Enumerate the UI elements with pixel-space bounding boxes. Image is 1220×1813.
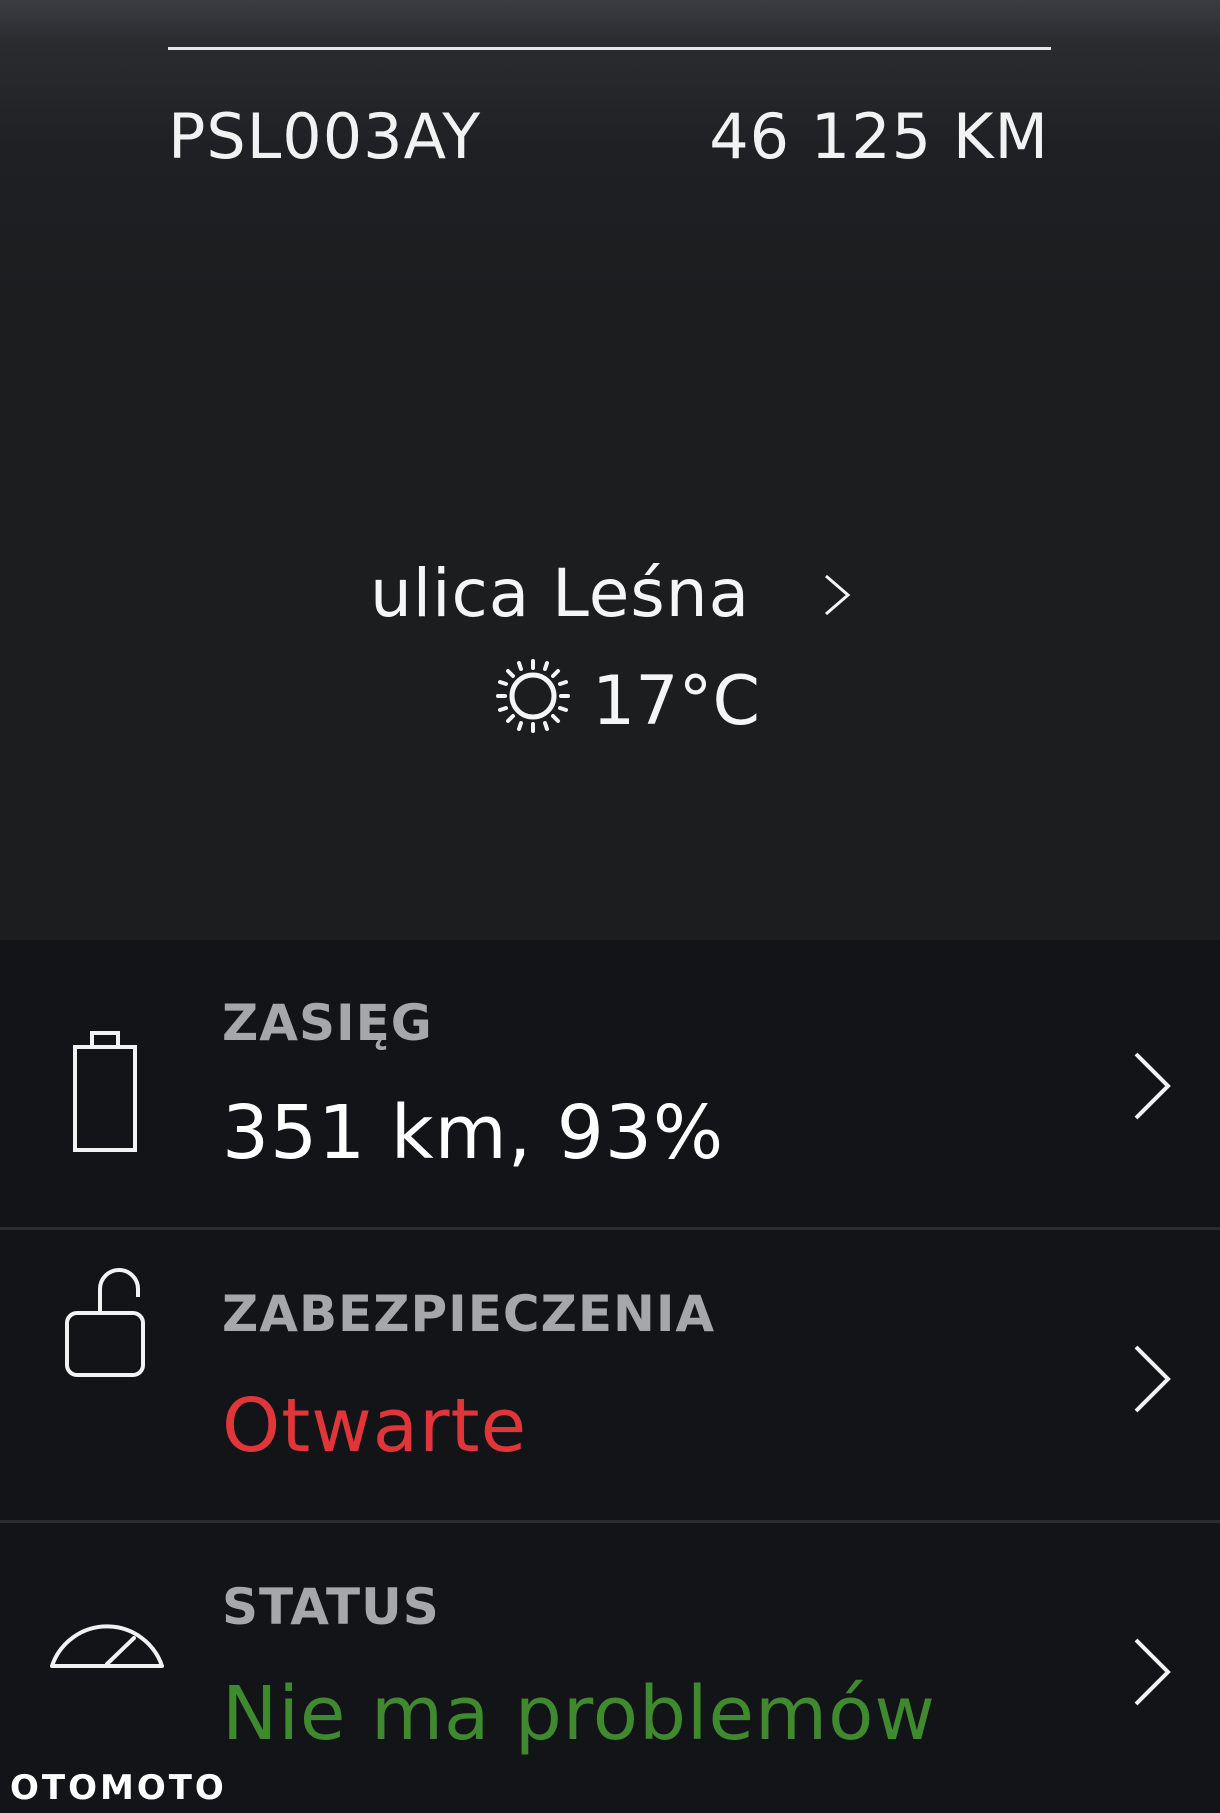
- temperature: 17°C: [592, 662, 761, 741]
- vehicle-header: PSL003AY 46 125 KM ulica Leśna 17°C: [0, 0, 1220, 940]
- unlocked-padlock-icon: [65, 1268, 145, 1377]
- speedometer-icon: [50, 1624, 164, 1668]
- header-divider: [168, 47, 1051, 50]
- odometer: 46 125 KM: [709, 100, 1049, 173]
- card-label: ZABEZPIECZENIA: [222, 1285, 716, 1343]
- chevron-right-icon[interactable]: [1130, 1048, 1174, 1124]
- security-card[interactable]: ZABEZPIECZENIA Otwarte: [0, 1233, 1220, 1523]
- chevron-right-icon[interactable]: [818, 570, 858, 620]
- card-label: ZASIĘG: [222, 994, 433, 1052]
- battery-icon: [73, 1031, 137, 1152]
- location-link[interactable]: ulica Leśna: [0, 555, 1220, 632]
- status-value: Nie ma problemów: [222, 1671, 936, 1757]
- license-plate: PSL003AY: [168, 100, 482, 173]
- location-street: ulica Leśna: [369, 555, 751, 632]
- otomoto-watermark: OTOMOTO: [10, 1768, 227, 1808]
- chevron-right-icon[interactable]: [1130, 1634, 1174, 1710]
- range-value: 351 km, 93%: [222, 1090, 725, 1176]
- vehicle-status-list: ZASIĘG 351 km, 93% ZABEZPIECZENIA Otwart…: [0, 940, 1220, 1813]
- card-label: STATUS: [222, 1578, 440, 1636]
- chevron-right-icon[interactable]: [1130, 1341, 1174, 1417]
- security-value: Otwarte: [222, 1383, 528, 1469]
- range-card[interactable]: ZASIĘG 351 km, 93%: [0, 940, 1220, 1230]
- sun-icon: [496, 659, 570, 733]
